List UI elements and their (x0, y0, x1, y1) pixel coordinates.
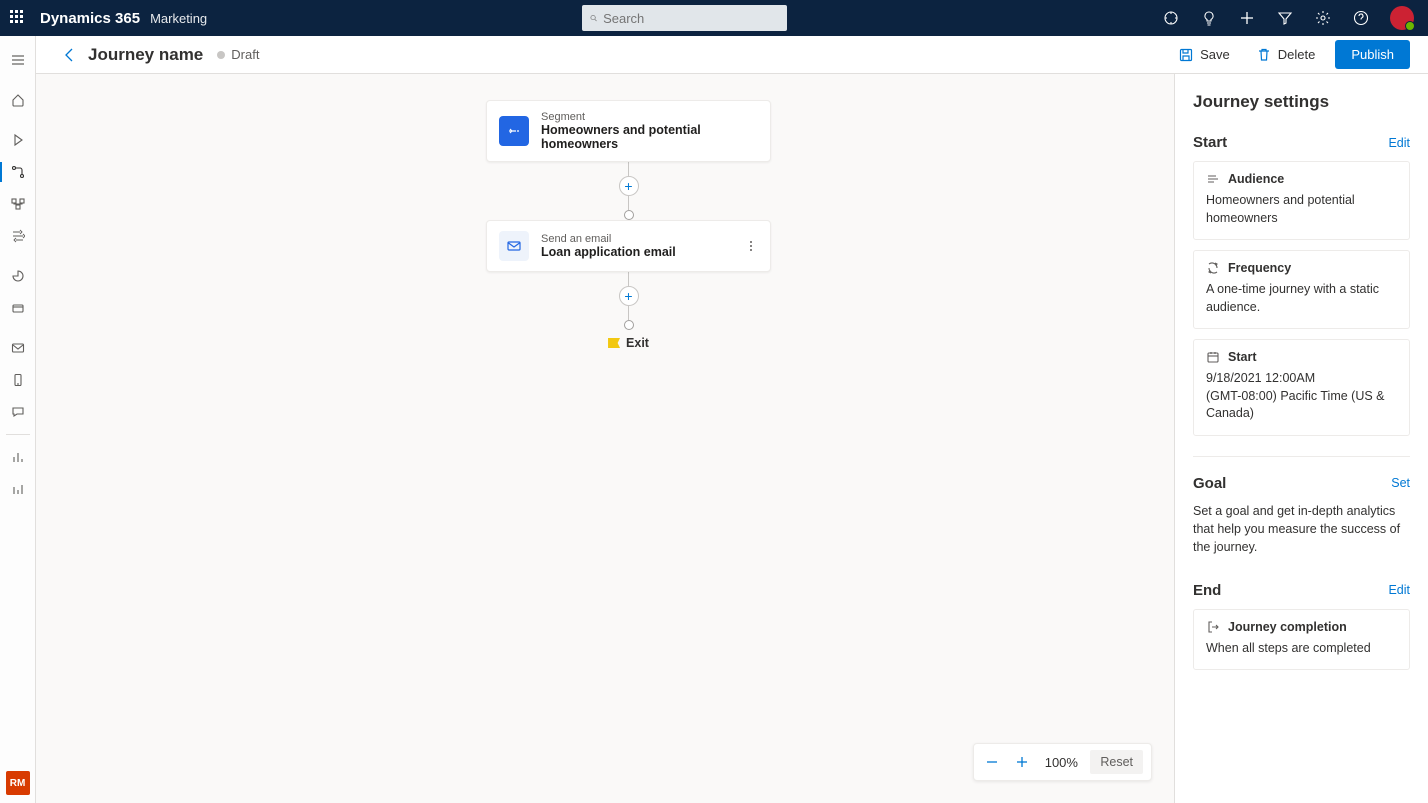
frequency-icon (1206, 261, 1220, 275)
filter-icon[interactable] (1276, 9, 1294, 27)
add-step-button[interactable]: + (619, 176, 639, 196)
global-search[interactable] (582, 5, 787, 31)
page-header: Journey name Draft Save Delete Publish (36, 36, 1428, 74)
app-launcher-icon[interactable] (10, 10, 26, 26)
connector-node-icon (624, 210, 634, 220)
zoom-reset-button[interactable]: Reset (1090, 750, 1143, 774)
status-badge: Draft (217, 47, 259, 62)
settings-icon[interactable] (1314, 9, 1332, 27)
email-icon (499, 231, 529, 261)
card-audience[interactable]: Audience Homeowners and potential homeow… (1193, 161, 1410, 240)
set-goal-link[interactable]: Set (1391, 476, 1410, 490)
nav-flow[interactable] (0, 220, 36, 252)
edit-start-link[interactable]: Edit (1388, 136, 1410, 150)
exit-icon (1206, 620, 1220, 634)
nav-journeys[interactable] (0, 156, 36, 188)
flag-icon (608, 338, 620, 348)
exit-label: Exit (626, 336, 649, 350)
journey-canvas[interactable]: Segment Homeowners and potential homeown… (36, 74, 1174, 803)
status-text: Draft (231, 47, 259, 62)
nav-app-tile[interactable]: RM (6, 771, 30, 795)
help-icon[interactable] (1352, 9, 1370, 27)
app-name: Marketing (150, 11, 207, 26)
segment-icon (499, 116, 529, 146)
card-completion[interactable]: Journey completion When all steps are co… (1193, 609, 1410, 671)
nav-analytics[interactable] (0, 260, 36, 292)
nav-home[interactable] (0, 84, 36, 116)
nav-hamburger[interactable] (0, 44, 36, 76)
flow-column: Segment Homeowners and potential homeown… (486, 100, 771, 350)
publish-button[interactable]: Publish (1335, 40, 1410, 69)
panel-title: Journey settings (1193, 92, 1410, 112)
search-input[interactable] (603, 11, 779, 26)
node-email[interactable]: Send an email Loan application email (486, 220, 771, 272)
nav-data2[interactable] (0, 473, 36, 505)
nav-data1[interactable] (0, 441, 36, 473)
settings-panel: Journey settings Start Edit Audience Hom… (1174, 74, 1428, 803)
add-step-button[interactable]: + (619, 286, 639, 306)
node-type-label: Send an email (541, 233, 676, 245)
zoom-in-button[interactable] (1012, 752, 1032, 772)
back-button[interactable] (54, 41, 82, 69)
section-heading: Goal (1193, 475, 1226, 492)
card-frequency[interactable]: Frequency A one-time journey with a stat… (1193, 250, 1410, 329)
zoom-control: 100% Reset (973, 743, 1152, 781)
lightbulb-icon[interactable] (1200, 9, 1218, 27)
connector-line (628, 196, 629, 210)
section-end: End Edit Journey completion When all ste… (1193, 582, 1410, 671)
card-start-time[interactable]: Start 9/18/2021 12:00AM (GMT-08:00) Paci… (1193, 339, 1410, 436)
nav-mobile[interactable] (0, 364, 36, 396)
status-dot-icon (217, 51, 225, 59)
add-icon[interactable] (1238, 9, 1256, 27)
goal-description: Set a goal and get in-depth analytics th… (1193, 502, 1410, 556)
section-goal: Goal Set Set a goal and get in-depth ana… (1193, 475, 1410, 556)
search-icon (590, 11, 597, 25)
calendar-icon (1206, 350, 1220, 364)
connector-node-icon (624, 320, 634, 330)
node-title: Loan application email (541, 245, 676, 259)
node-title: Homeowners and potential homeowners (541, 123, 758, 151)
section-heading: Start (1193, 134, 1227, 151)
journey-title[interactable]: Journey name (88, 45, 203, 65)
zoom-level: 100% (1042, 755, 1080, 770)
nav-play[interactable] (0, 124, 36, 156)
connector-line (628, 272, 629, 286)
nav-chat[interactable] (0, 396, 36, 428)
nav-assets[interactable] (0, 292, 36, 324)
delete-button[interactable]: Delete (1250, 43, 1322, 67)
nav-email[interactable] (0, 332, 36, 364)
brand-name: Dynamics 365 (40, 10, 140, 27)
user-avatar[interactable] (1390, 6, 1414, 30)
global-header: Dynamics 365 Marketing (0, 0, 1428, 36)
exit-node: Exit (486, 336, 771, 350)
node-more-button[interactable] (740, 235, 762, 257)
target-icon[interactable] (1162, 9, 1180, 27)
zoom-out-button[interactable] (982, 752, 1002, 772)
edit-end-link[interactable]: Edit (1388, 583, 1410, 597)
connector-line (628, 162, 629, 176)
node-segment[interactable]: Segment Homeowners and potential homeown… (486, 100, 771, 162)
connector-line (628, 306, 629, 320)
left-nav-rail: RM (0, 36, 36, 803)
nav-segments[interactable] (0, 188, 36, 220)
section-heading: End (1193, 582, 1221, 599)
node-type-label: Segment (541, 111, 758, 123)
divider (1193, 456, 1410, 457)
audience-icon (1206, 172, 1220, 186)
section-start: Start Edit Audience Homeowners and poten… (1193, 134, 1410, 436)
save-button[interactable]: Save (1172, 43, 1236, 67)
